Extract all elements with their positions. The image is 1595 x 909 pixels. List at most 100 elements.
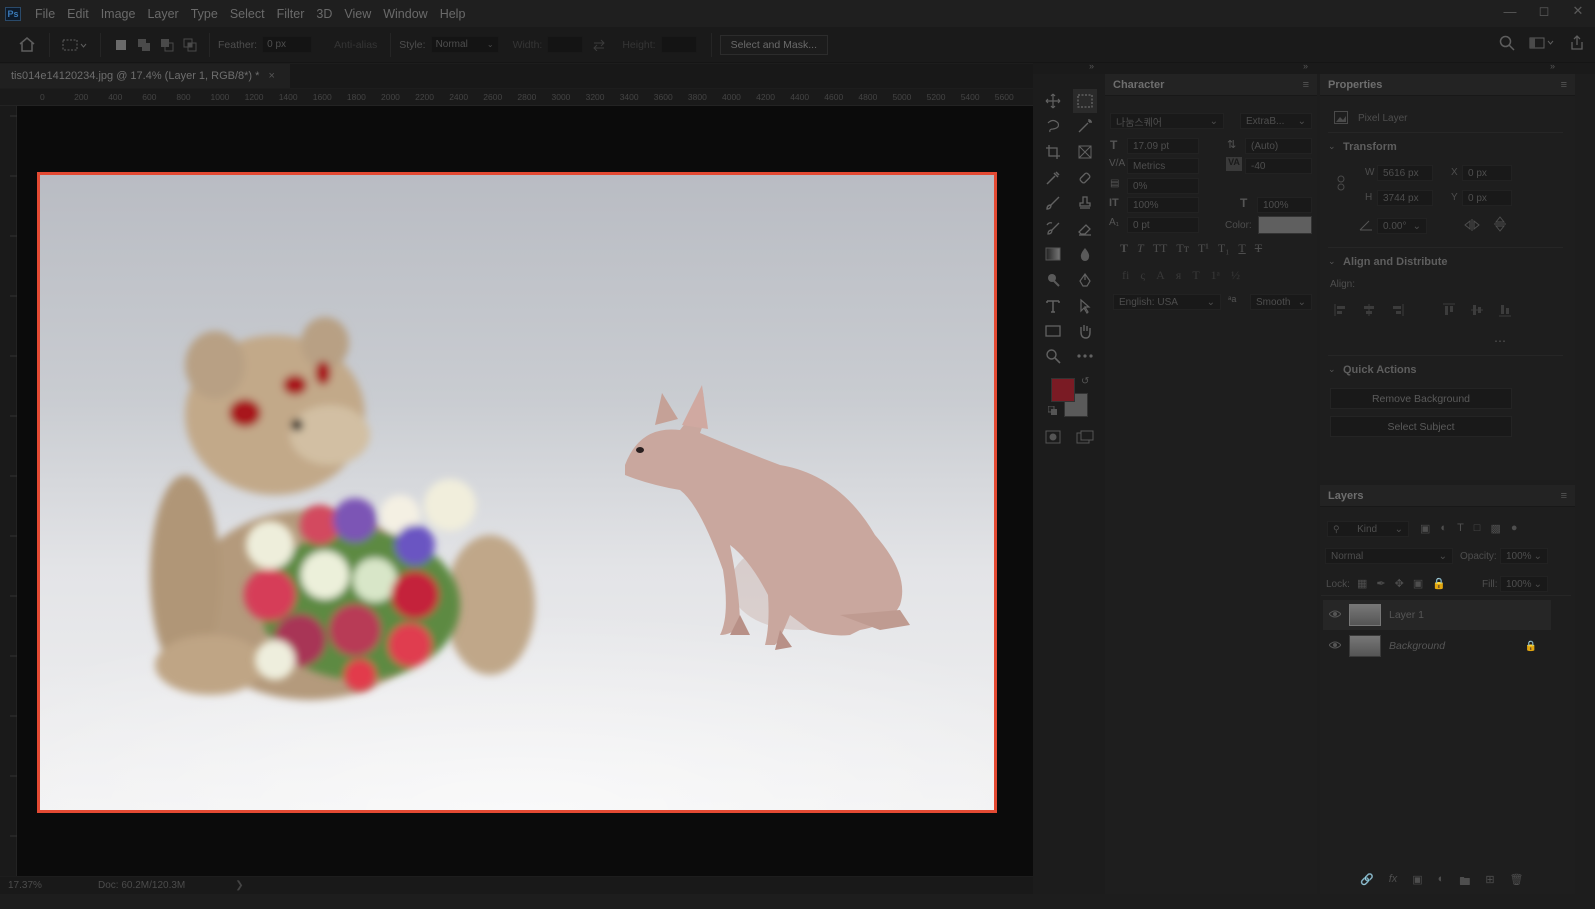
menu-type[interactable]: Type — [185, 7, 224, 21]
width-input[interactable] — [547, 36, 584, 53]
flip-horizontal-icon[interactable] — [1464, 218, 1480, 232]
properties-tab[interactable]: Properties — [1320, 74, 1575, 96]
panel-menu-icon[interactable]: ≡ — [1303, 79, 1309, 91]
marquee-preset-icon[interactable] — [62, 37, 88, 52]
fx-icon[interactable]: fx — [1389, 873, 1398, 892]
hand-tool-icon[interactable] — [1073, 319, 1097, 343]
underline-icon[interactable]: T — [1238, 241, 1245, 256]
add-mask-icon[interactable]: ▣ — [1412, 873, 1422, 892]
more-options-icon[interactable]: ⋯ — [1494, 334, 1506, 348]
opacity-input[interactable]: 100% ⌄ — [1500, 548, 1548, 564]
fractions-icon[interactable]: ½ — [1231, 268, 1240, 283]
quick-mask-icon[interactable] — [1041, 425, 1065, 449]
workspace-icon[interactable] — [1529, 36, 1555, 50]
menu-filter[interactable]: Filter — [271, 7, 311, 21]
default-colors-icon[interactable] — [1048, 406, 1058, 416]
minimize-button[interactable]: — — [1493, 0, 1527, 22]
gradient-tool-icon[interactable] — [1041, 242, 1065, 266]
pen-tool-icon[interactable] — [1073, 268, 1097, 292]
lock-all-icon[interactable]: 🔒 — [1432, 577, 1446, 590]
height-input[interactable]: 3744 px — [1377, 190, 1433, 206]
tsume-input[interactable]: 0% — [1127, 178, 1199, 194]
faux-bold-icon[interactable]: T — [1120, 241, 1128, 256]
visibility-eye-icon[interactable] — [1329, 640, 1341, 652]
language-select[interactable]: English: USA ⌄ — [1113, 294, 1221, 310]
lasso-tool-icon[interactable] — [1041, 114, 1065, 138]
remove-background-button[interactable]: Remove Background — [1330, 388, 1512, 409]
more-tools-icon[interactable] — [1073, 344, 1097, 368]
swash-icon[interactable]: А — [1156, 268, 1165, 283]
filter-shape-icon[interactable]: □ — [1474, 522, 1481, 535]
swap-dimensions-icon[interactable] — [591, 37, 606, 52]
menu-3d[interactable]: 3D — [310, 7, 338, 21]
link-layers-icon[interactable]: 🔗 — [1360, 873, 1374, 892]
feather-input[interactable]: 0 px — [262, 36, 313, 53]
collapse-arrows-icon[interactable]: » — [1303, 61, 1308, 71]
lock-position-icon[interactable]: ✥ — [1395, 577, 1404, 590]
close-button[interactable]: ✕ — [1561, 0, 1595, 22]
chevron-down-icon[interactable]: ⌄ — [1328, 141, 1336, 152]
menu-help[interactable]: Help — [434, 7, 472, 21]
small-caps-icon[interactable]: Tᴛ — [1176, 241, 1189, 256]
all-caps-icon[interactable]: TT — [1153, 241, 1168, 256]
intersect-selection-icon[interactable] — [182, 37, 197, 52]
leading-input[interactable]: (Auto) — [1245, 138, 1312, 154]
width-input[interactable]: 5616 px — [1377, 165, 1433, 181]
align-top-icon[interactable] — [1442, 303, 1456, 317]
menu-layer[interactable]: Layer — [141, 7, 184, 21]
new-selection-icon[interactable] — [113, 37, 128, 52]
rectangular-marquee-tool-icon[interactable] — [1073, 89, 1097, 113]
blend-mode-select[interactable]: Normal ⌄ — [1325, 548, 1453, 564]
style-select[interactable]: Normal ⌄ — [430, 36, 499, 53]
baseline-shift-input[interactable]: 0 pt — [1127, 217, 1199, 233]
maximize-button[interactable]: ◻ — [1527, 0, 1561, 22]
filter-pixel-icon[interactable]: ▣ — [1420, 522, 1430, 535]
strikethrough-icon[interactable]: T — [1255, 241, 1262, 256]
flip-vertical-icon[interactable] — [1493, 216, 1507, 232]
y-input[interactable]: 0 px — [1462, 190, 1512, 206]
zoom-level[interactable]: 17.37% — [8, 880, 88, 891]
type-tool-icon[interactable] — [1041, 294, 1065, 318]
text-color-swatch[interactable] — [1258, 216, 1312, 234]
crop-tool-icon[interactable] — [1041, 140, 1065, 164]
search-icon[interactable] — [1499, 35, 1515, 51]
kerning-input[interactable]: Metrics — [1127, 158, 1199, 174]
align-bottom-icon[interactable] — [1498, 303, 1512, 317]
lock-image-icon[interactable]: ✒ — [1376, 577, 1385, 590]
layers-tab[interactable]: Layers — [1320, 485, 1575, 507]
angle-input[interactable]: 0.00° ⌄ — [1377, 218, 1427, 234]
align-left-icon[interactable] — [1334, 303, 1348, 317]
superscript-icon[interactable]: T¹ — [1198, 241, 1209, 256]
filter-adjustment-icon[interactable]: ◐ — [1440, 522, 1447, 535]
character-tab[interactable]: Character — [1105, 74, 1317, 96]
menu-edit[interactable]: Edit — [61, 7, 95, 21]
move-tool-icon[interactable] — [1041, 89, 1065, 113]
fill-input[interactable]: 100% ⌄ — [1500, 576, 1548, 592]
status-menu-icon[interactable]: ❯ — [235, 880, 243, 891]
menu-view[interactable]: View — [338, 7, 377, 21]
vertical-scale-input[interactable]: 100% — [1127, 197, 1199, 213]
blur-tool-icon[interactable] — [1073, 242, 1097, 266]
height-input[interactable] — [660, 36, 697, 53]
subtract-selection-icon[interactable] — [159, 37, 174, 52]
menu-file[interactable]: File — [29, 7, 61, 21]
panel-menu-icon[interactable]: ≡ — [1561, 79, 1567, 91]
dodge-tool-icon[interactable] — [1041, 268, 1065, 292]
align-right-icon[interactable] — [1390, 303, 1404, 317]
rectangle-tool-icon[interactable] — [1041, 319, 1065, 343]
select-subject-button[interactable]: Select Subject — [1330, 416, 1512, 437]
clone-stamp-tool-icon[interactable] — [1073, 191, 1097, 215]
eraser-tool-icon[interactable] — [1073, 217, 1097, 241]
adjustment-layer-icon[interactable]: ◐ — [1438, 873, 1445, 892]
font-style-select[interactable]: ExtraB... ⌄ — [1240, 113, 1312, 129]
collapse-arrows-icon[interactable]: » — [1550, 61, 1555, 71]
font-family-select[interactable]: 나눔스퀘어 ⌄ — [1110, 113, 1224, 129]
panel-menu-icon[interactable]: ≡ — [1561, 490, 1567, 502]
path-selection-tool-icon[interactable] — [1073, 294, 1097, 318]
menu-window[interactable]: Window — [377, 7, 433, 21]
ordinals-icon[interactable]: 1ᵃ — [1211, 268, 1220, 283]
menu-image[interactable]: Image — [95, 7, 142, 21]
delete-layer-icon[interactable]: 🗑 — [1510, 873, 1524, 892]
select-and-mask-button[interactable]: Select and Mask... — [719, 34, 828, 55]
chevron-down-icon[interactable]: ⌄ — [1328, 364, 1336, 375]
